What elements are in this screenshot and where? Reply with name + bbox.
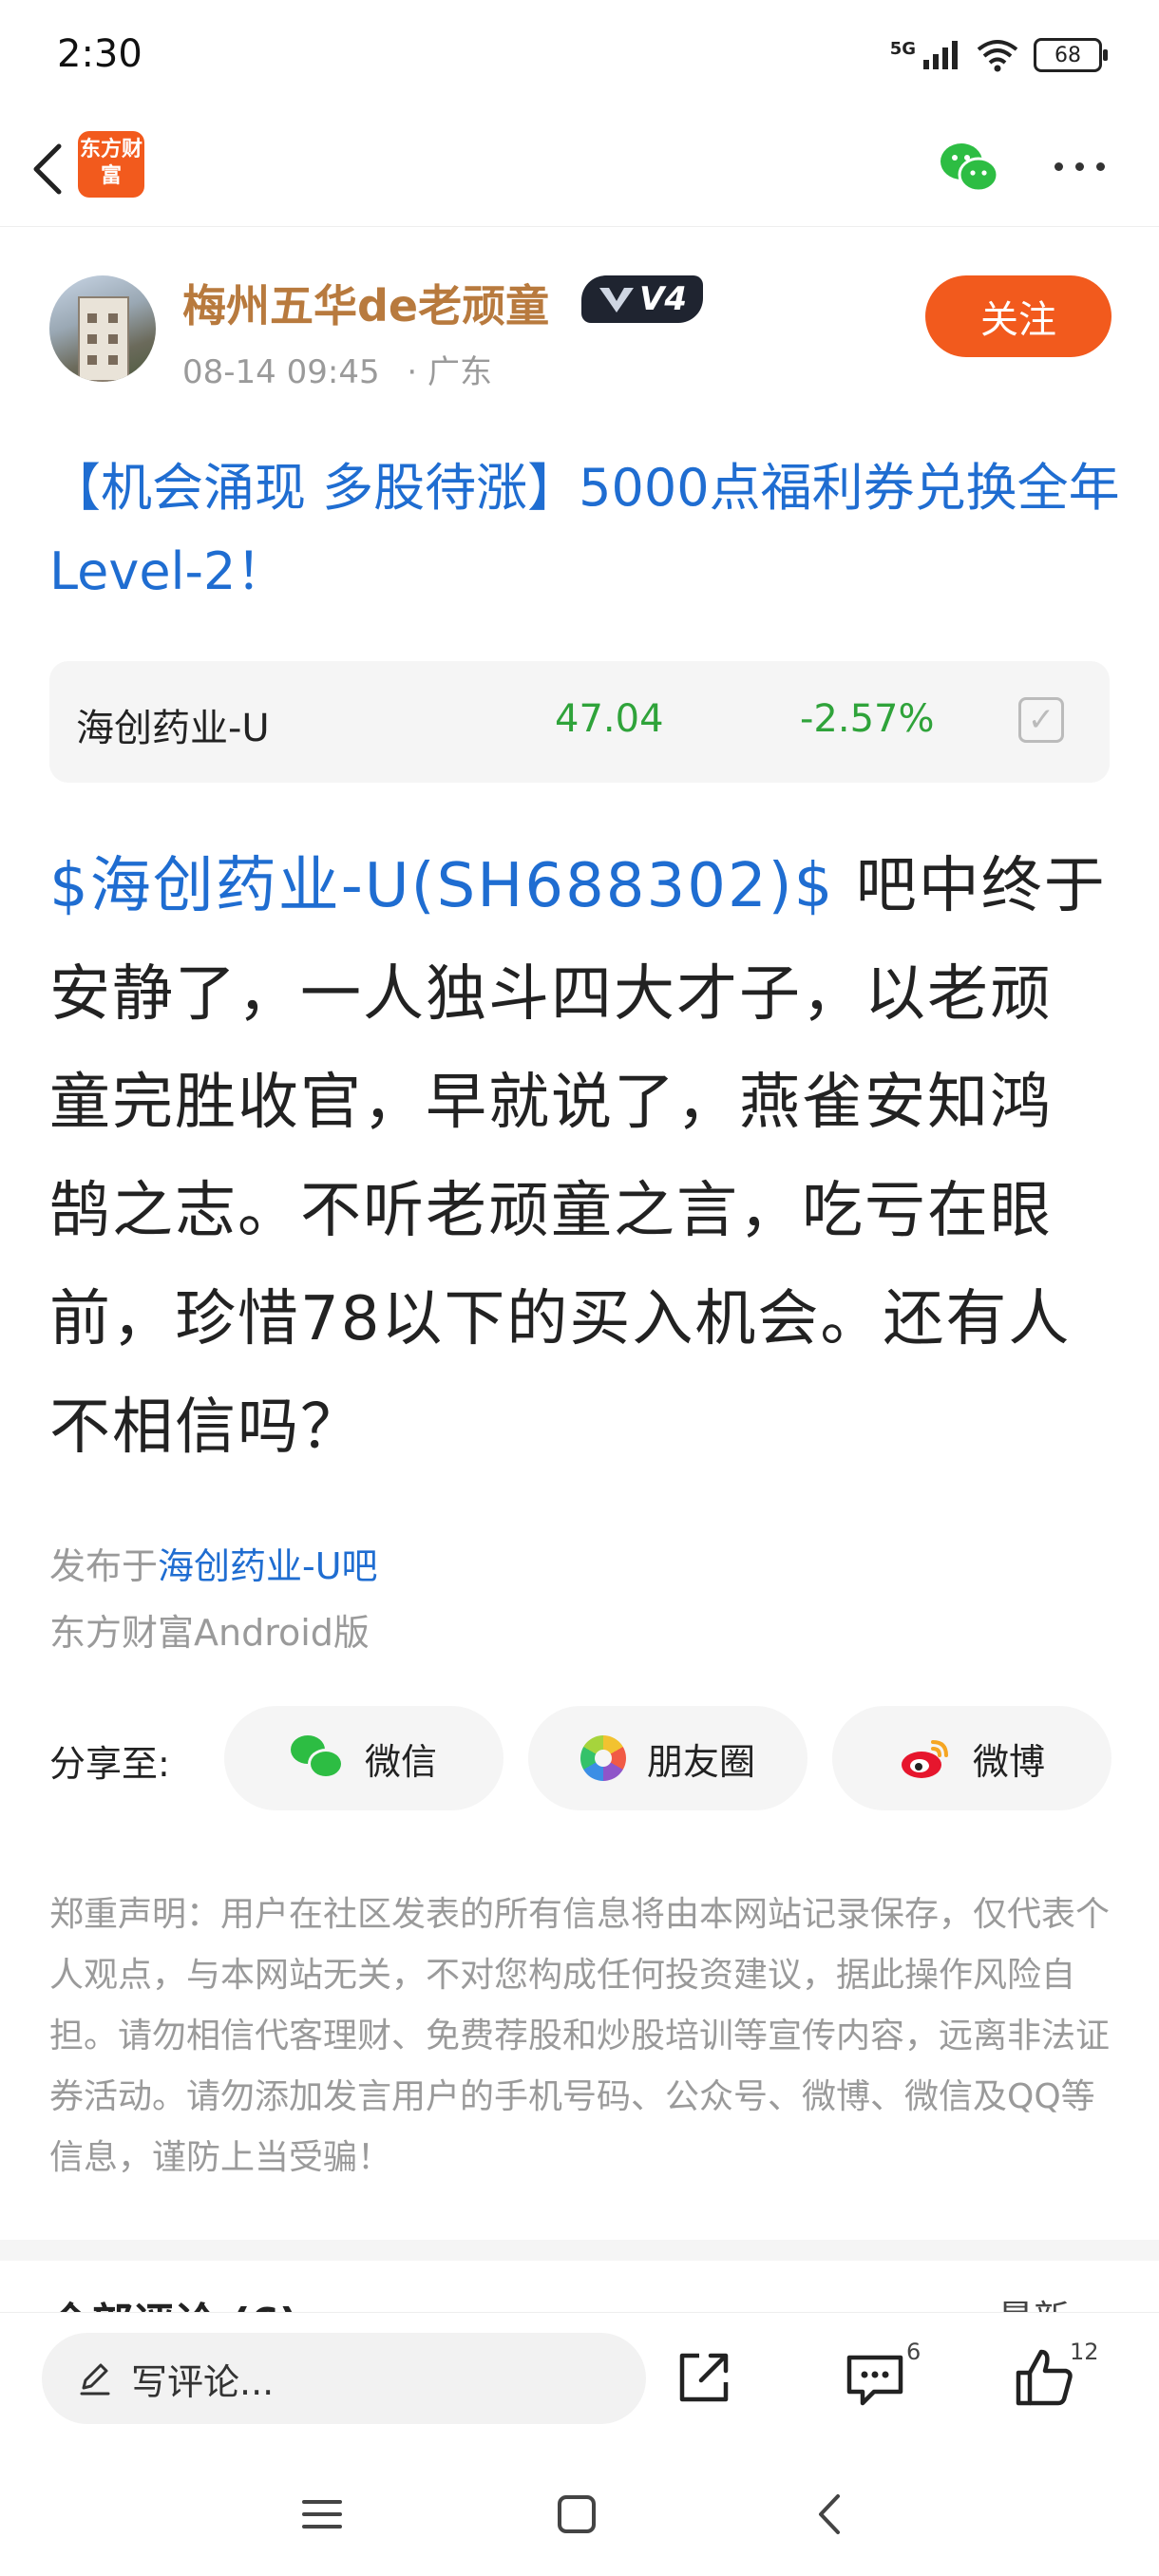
signal-icon bbox=[923, 41, 958, 69]
share-wechat-label: 微信 bbox=[364, 1740, 437, 1783]
more-icon[interactable] bbox=[1054, 152, 1113, 180]
published-in: 发布于海创药业-U吧 bbox=[49, 1537, 378, 1589]
disclaimer: 郑重声明：用户在社区发表的所有信息将由本网站记录保存，仅代表个人观点，与本网站无… bbox=[49, 1895, 1111, 2177]
moments-icon bbox=[580, 1735, 626, 1781]
comment-placeholder: 写评论... bbox=[131, 2360, 275, 2403]
stock-card[interactable]: 海创药业-U 47.04 -2.57% ✓ bbox=[49, 661, 1110, 783]
comments-sort[interactable]: 最新 ▾ bbox=[998, 2289, 1099, 2312]
share-wechat-button[interactable]: 微信 bbox=[224, 1706, 504, 1810]
share-label: 分享至: bbox=[49, 1743, 170, 1785]
wechat-share-icon[interactable] bbox=[937, 137, 999, 199]
post-body: $海创药业-U(SH688302)$ 吧中终于安静了，一人独斗四大才子，以老顽童… bbox=[49, 832, 1113, 1482]
client-source: 东方财富Android版 bbox=[49, 1612, 370, 1654]
system-back-icon[interactable] bbox=[809, 2492, 853, 2536]
stock-link[interactable]: $海创药业-U(SH688302)$ bbox=[49, 851, 834, 921]
share-weibo-button[interactable]: 微博 bbox=[832, 1706, 1112, 1810]
wifi-icon bbox=[977, 40, 1018, 72]
level-badge: V4 bbox=[581, 275, 703, 323]
like-icon[interactable] bbox=[1011, 2344, 1077, 2411]
system-nav-bar bbox=[0, 2460, 1159, 2576]
v-logo-icon bbox=[599, 288, 634, 313]
comment-icon[interactable] bbox=[842, 2344, 908, 2411]
battery-icon: 68 bbox=[1034, 38, 1108, 72]
post-meta: 08-14 09:45 · 广东 bbox=[182, 346, 492, 392]
like-count: 12 bbox=[1070, 2339, 1099, 2365]
comment-count: 6 bbox=[906, 2339, 922, 2365]
section-divider bbox=[0, 2240, 1159, 2261]
avatar[interactable] bbox=[49, 275, 156, 382]
home-icon[interactable] bbox=[555, 2492, 598, 2536]
comments-header: 全部评论 (6) bbox=[49, 2289, 298, 2312]
bar-link[interactable]: 海创药业-U吧 bbox=[158, 1545, 378, 1587]
follow-button[interactable]: 关注 bbox=[925, 275, 1112, 357]
pencil-icon bbox=[80, 2363, 110, 2396]
published-prefix: 发布于 bbox=[49, 1545, 159, 1587]
comment-input[interactable]: 写评论... bbox=[42, 2333, 646, 2424]
stock-price: 47.04 bbox=[555, 697, 664, 741]
share-weibo-label: 微博 bbox=[972, 1740, 1045, 1783]
status-time: 2:30 bbox=[57, 32, 142, 76]
post-location: · 广东 bbox=[407, 353, 493, 391]
share-moments-label: 朋友圈 bbox=[646, 1740, 755, 1783]
watchlist-check-icon[interactable]: ✓ bbox=[1018, 697, 1064, 743]
network-label: 5G bbox=[889, 38, 916, 59]
battery-level: 68 bbox=[1054, 43, 1081, 67]
back-icon[interactable] bbox=[23, 139, 76, 199]
share-out-icon[interactable] bbox=[671, 2344, 737, 2411]
stock-name: 海创药业-U bbox=[76, 707, 270, 750]
top-nav: 东方财富 bbox=[0, 112, 1159, 227]
status-icons: 5G 68 bbox=[889, 34, 1108, 76]
weibo-icon bbox=[901, 1740, 948, 1778]
app-logo[interactable]: 东方财富 bbox=[78, 131, 144, 198]
stock-change: -2.57% bbox=[800, 697, 935, 741]
post-body-text: 吧中终于安静了，一人独斗四大才子，以老顽童完胜收官，早就说了，燕雀安知鸿鹄之志。… bbox=[49, 851, 1107, 1463]
share-moments-button[interactable]: 朋友圈 bbox=[528, 1706, 808, 1810]
author-name[interactable]: 梅州五华de老顽童 bbox=[182, 272, 549, 334]
post-date: 08-14 09:45 bbox=[182, 353, 380, 391]
level-label: V4 bbox=[639, 280, 687, 318]
post-title[interactable]: 【机会涌现 多股待涨】5000点福利券兑换全年Level-2！ bbox=[49, 446, 1123, 614]
wechat-icon bbox=[290, 1735, 344, 1781]
recent-apps-icon[interactable] bbox=[300, 2492, 344, 2536]
